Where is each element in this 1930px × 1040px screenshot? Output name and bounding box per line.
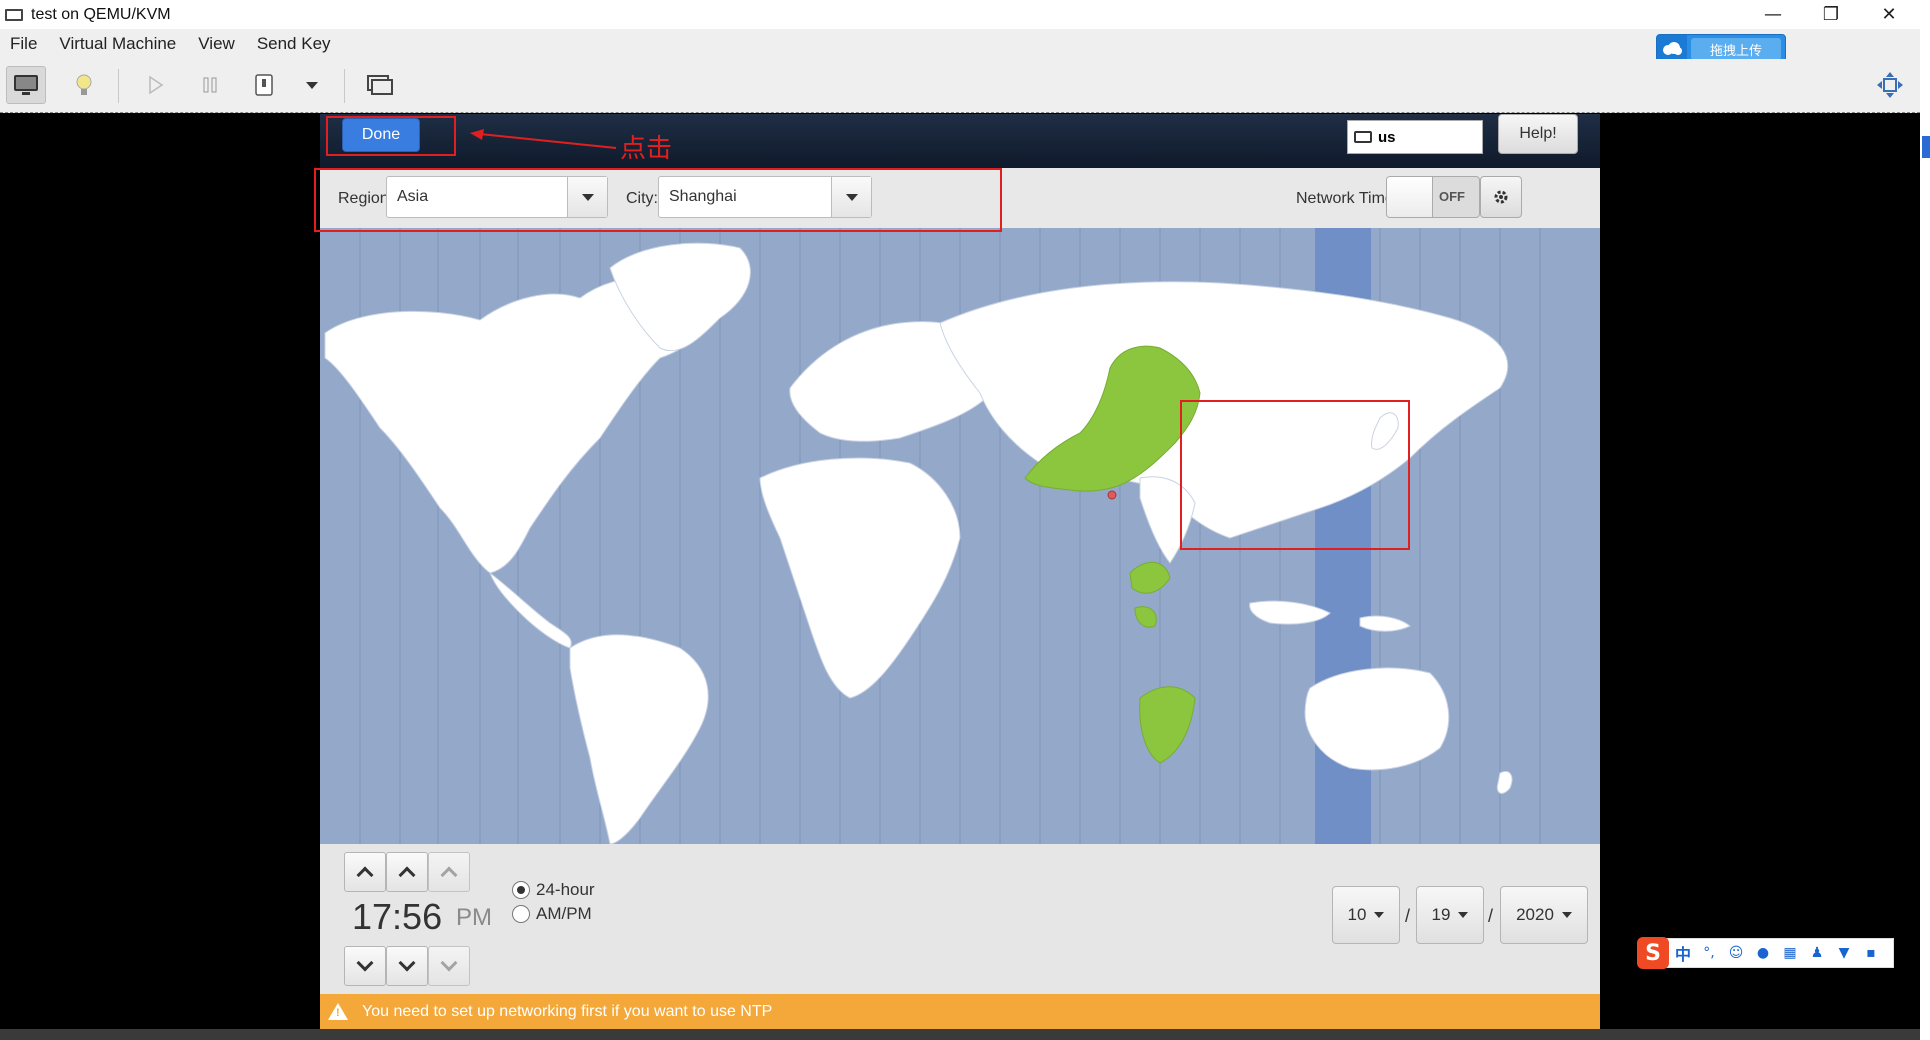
snapshot-icon: [367, 75, 393, 95]
menu-view[interactable]: View: [198, 34, 235, 54]
close-icon: ✕: [1881, 4, 1897, 25]
keyboard-icon[interactable]: ▦: [1781, 944, 1799, 962]
warning-icon: !: [328, 1003, 348, 1020]
annotation-arrow: [470, 129, 617, 149]
console-button[interactable]: [6, 66, 46, 104]
radio-24-hour[interactable]: [512, 881, 530, 899]
chevron-up-icon: [356, 866, 374, 884]
close-button[interactable]: ✕: [1860, 0, 1918, 29]
radio-ampm[interactable]: [512, 905, 530, 923]
chevron-up-icon: [440, 866, 458, 884]
keyboard-layout-indicator[interactable]: us: [1347, 120, 1483, 154]
console-icon: [14, 75, 38, 95]
background-window-edge: [1920, 0, 1930, 1040]
chevron-down-icon: [398, 954, 416, 972]
ampm-up-button[interactable]: [428, 852, 470, 892]
toolbar: [0, 59, 1920, 113]
time-display: 17:56: [352, 896, 443, 937]
day-combo[interactable]: 19: [1416, 886, 1484, 944]
day-value: 19: [1431, 905, 1451, 924]
shutdown-button[interactable]: [244, 66, 284, 104]
ampm-down-button[interactable]: [428, 946, 470, 986]
minimize-icon: —: [1764, 4, 1782, 25]
year-combo[interactable]: 2020: [1500, 886, 1588, 944]
keyboard-icon: [1354, 131, 1372, 143]
vm-window-icon: [5, 8, 23, 21]
microphone-icon[interactable]: ●: [1754, 944, 1772, 962]
ime-language-toggle[interactable]: 中: [1675, 941, 1691, 965]
menu-file[interactable]: File: [10, 34, 37, 54]
shutdown-icon: [255, 74, 273, 96]
pause-button[interactable]: [190, 66, 230, 104]
minimize-button[interactable]: —: [1744, 0, 1802, 29]
drag-upload-label: 拖拽上传: [1691, 38, 1781, 60]
keyboard-layout-value: us: [1378, 128, 1396, 146]
network-time-label: Network Time: [1296, 190, 1394, 207]
format-24-hour-option[interactable]: 24-hour: [512, 880, 595, 900]
run-icon: [149, 75, 164, 95]
menu-send-key[interactable]: Send Key: [257, 34, 331, 54]
ime-toolbar[interactable]: S 中 °, ☺ ● ▦ ♟ ▼ ▪: [1637, 937, 1894, 969]
sogou-logo-icon: S: [1637, 937, 1669, 969]
format-24-hour-label: 24-hour: [536, 880, 595, 899]
ntp-warning-text: You need to set up networking first if y…: [362, 1002, 773, 1020]
menu-bar: File Virtual Machine View Send Key: [0, 29, 1920, 59]
vm-display[interactable]: Done us Help! Region: Asia City: Shangha…: [320, 114, 1600, 1029]
skin-icon[interactable]: ▼: [1835, 944, 1853, 962]
chevron-up-icon: [398, 866, 416, 884]
chevron-down-icon: [1561, 912, 1572, 918]
taskbar-strip: [0, 1029, 1920, 1040]
user-icon[interactable]: ♟: [1808, 944, 1826, 962]
hour-down-button[interactable]: [344, 946, 386, 986]
month-combo[interactable]: 10: [1332, 886, 1400, 944]
network-time-state: OFF: [1439, 189, 1465, 204]
ntp-warning-bar: ! You need to set up networking first if…: [320, 994, 1600, 1029]
fullscreen-button[interactable]: [1870, 66, 1910, 104]
year-value: 2020: [1516, 905, 1554, 924]
help-button[interactable]: Help!: [1498, 114, 1578, 154]
ime-punctuation-toggle[interactable]: °,: [1700, 944, 1718, 962]
gear-icon: [1494, 190, 1508, 204]
fullscreen-icon: [1877, 72, 1903, 98]
dropdown-icon: [306, 81, 318, 89]
date-separator: /: [1488, 906, 1494, 926]
ampm-display: PM: [456, 904, 492, 931]
chevron-down-icon: [1374, 912, 1385, 918]
annotation-map-box: [1180, 400, 1410, 550]
time-date-panel: 17:56 PM 24-hour AM/PM 10 / 19 / 2020: [320, 844, 1600, 994]
shutdown-menu-button[interactable]: [292, 66, 332, 104]
title-bar: test on QEMU/KVM — ❐ ✕: [0, 0, 1920, 29]
format-ampm-option[interactable]: AM/PM: [512, 904, 592, 924]
annotation-click-text: 点击: [620, 134, 673, 164]
details-icon: [76, 74, 92, 95]
minute-up-button[interactable]: [386, 852, 428, 892]
annotation-done-box: [326, 116, 456, 156]
window-title: test on QEMU/KVM: [31, 5, 171, 23]
pause-icon: [203, 77, 217, 93]
menu-virtual-machine[interactable]: Virtual Machine: [59, 34, 176, 54]
hour-up-button[interactable]: [344, 852, 386, 892]
smiley-icon[interactable]: ☺: [1727, 944, 1745, 962]
chevron-down-icon: [356, 954, 374, 972]
chevron-down-icon: [1458, 912, 1469, 918]
format-ampm-label: AM/PM: [536, 904, 592, 923]
run-button[interactable]: [136, 66, 176, 104]
annotation-location-box: [314, 168, 1002, 232]
network-time-switch[interactable]: OFF: [1386, 176, 1480, 218]
selected-city-marker: [1107, 490, 1117, 500]
restore-icon: ❐: [1822, 4, 1840, 25]
date-separator: /: [1405, 906, 1411, 926]
details-button[interactable]: [64, 66, 104, 104]
toolbox-icon[interactable]: ▪: [1862, 944, 1880, 962]
snapshot-button[interactable]: [360, 66, 400, 104]
ntp-settings-button[interactable]: [1480, 176, 1522, 218]
chevron-down-icon: [440, 954, 458, 972]
minute-down-button[interactable]: [386, 946, 428, 986]
month-value: 10: [1347, 905, 1367, 924]
virt-viewer-window: test on QEMU/KVM — ❐ ✕ File Virtual Mach…: [0, 0, 1930, 1040]
restore-button[interactable]: ❐: [1802, 0, 1860, 29]
